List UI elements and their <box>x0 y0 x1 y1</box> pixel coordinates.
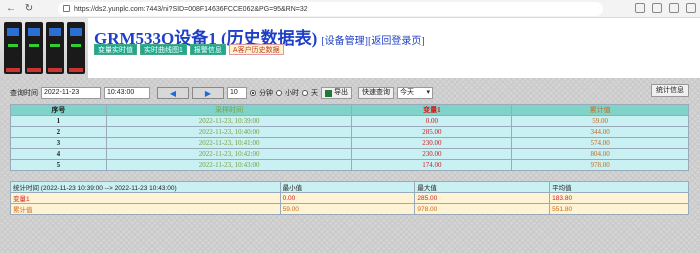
stats-min: 0.00 <box>279 192 416 204</box>
radio-hour[interactable] <box>276 90 282 96</box>
export-button[interactable]: 导出 <box>321 87 352 99</box>
radio-hour-label: 小时 <box>285 90 299 97</box>
lock-icon <box>63 5 70 12</box>
cell-time: 2022-11-23, 10:43:00 <box>105 159 353 171</box>
stats-period: 统计时间 (2022-11-23 10:39:00 --> 2022-11-23… <box>10 181 281 193</box>
cell-value: 230.00 <box>351 137 513 149</box>
cell-value: 0.00 <box>351 115 513 127</box>
address-bar[interactable]: https://ds2.yunplc.com:7443/ni?SID=008F1… <box>58 2 603 16</box>
back-icon[interactable]: ← <box>4 2 18 16</box>
menu-icon[interactable] <box>686 3 696 13</box>
return-login-link[interactable]: [返回登录页] <box>368 32 425 47</box>
cell-cumulative: 344.00 <box>511 126 689 138</box>
statistics-table: 统计时间 (2022-11-23 10:39:00 --> 2022-11-23… <box>10 181 689 215</box>
tab-realtime-curve[interactable]: 实时曲线图1 <box>140 44 187 55</box>
radio-minute-label: 分钟 <box>259 90 273 97</box>
tab-history-data[interactable]: A客户历史数据 <box>228 44 284 55</box>
quick-range-select[interactable]: 今天 <box>397 87 433 99</box>
tab-realtime-values[interactable]: 变量实时值 <box>94 44 137 55</box>
cell-cumulative: 804.00 <box>511 148 689 160</box>
stats-max: 285.00 <box>414 192 551 204</box>
stats-row: 累计值 59.00 978.00 551.80 <box>10 203 689 215</box>
quick-query-button[interactable]: 快速查询 <box>358 87 394 99</box>
tab-alarm-info[interactable]: 报警信息 <box>189 44 226 55</box>
stats-max-header: 最大值 <box>414 181 551 193</box>
radio-minute[interactable] <box>250 90 256 96</box>
query-toolbar: 查询时间 2022-11-23 10:43:00 ◀ ▶ 10 分钟 小时 天 … <box>10 86 433 100</box>
cell-time: 2022-11-23, 10:42:00 <box>105 148 353 160</box>
time-input[interactable]: 10:43:00 <box>104 87 150 99</box>
cell-value: 285.00 <box>351 126 513 138</box>
stats-min: 59.00 <box>279 203 416 215</box>
excel-icon <box>325 89 332 97</box>
next-arrow-button[interactable]: ▶ <box>192 87 224 99</box>
header-variable1: 变量1 <box>351 104 513 116</box>
cell-time: 2022-11-23, 10:41:00 <box>105 137 353 149</box>
prev-arrow-button[interactable]: ◀ <box>157 87 189 99</box>
radio-day[interactable] <box>302 90 308 96</box>
table-row: 2 2022-11-23, 10:40:00 285.00 344.00 <box>10 126 689 138</box>
cell-seq: 4 <box>10 148 107 160</box>
table-row: 1 2022-11-23, 10:39:00 0.00 59.00 <box>10 115 689 127</box>
export-label: 导出 <box>334 89 348 96</box>
collections-icon[interactable] <box>652 3 662 13</box>
profile-icon[interactable] <box>669 3 679 13</box>
page-header: GRM533Q设备1 (历史数据表) [设备管理] [返回登录页] 变量实时值 … <box>0 18 700 78</box>
cell-seq: 1 <box>10 115 107 127</box>
stats-avg-header: 平均值 <box>549 181 689 193</box>
browser-extension-icons <box>635 3 696 13</box>
step-input[interactable]: 10 <box>227 87 247 99</box>
cell-seq: 2 <box>10 126 107 138</box>
stats-avg: 183.80 <box>549 192 689 204</box>
table-row: 3 2022-11-23, 10:41:00 230.00 574.00 <box>10 137 689 149</box>
cell-value: 230.00 <box>351 148 513 160</box>
stats-var-name: 累计值 <box>10 203 281 215</box>
history-data-table: 序号 采样时间 变量1 累计值 1 2022-11-23, 10:39:00 0… <box>10 104 689 171</box>
stats-max: 978.00 <box>414 203 551 215</box>
date-input[interactable]: 2022-11-23 <box>41 87 101 99</box>
table-row: 4 2022-11-23, 10:42:00 230.00 804.00 <box>10 148 689 160</box>
header-seq: 序号 <box>10 104 107 116</box>
table-row: 5 2022-11-23, 10:43:00 174.00 978.00 <box>10 159 689 171</box>
content-area: 查询时间 2022-11-23 10:43:00 ◀ ▶ 10 分钟 小时 天 … <box>0 78 700 253</box>
cell-cumulative: 59.00 <box>511 115 689 127</box>
device-product-image <box>0 18 88 78</box>
cell-cumulative: 978.00 <box>511 159 689 171</box>
refresh-icon[interactable]: ↻ <box>22 2 36 16</box>
arrow-left-icon: ◀ <box>169 88 177 98</box>
cell-time: 2022-11-23, 10:39:00 <box>105 115 353 127</box>
header-cumulative: 累计值 <box>511 104 689 116</box>
device-management-link[interactable]: [设备管理] <box>321 32 368 47</box>
header-sample-time: 采样时间 <box>105 104 353 116</box>
query-time-label: 查询时间 <box>10 90 38 97</box>
radio-day-label: 天 <box>311 90 318 97</box>
cell-seq: 3 <box>10 137 107 149</box>
stats-row: 变量1 0.00 285.00 183.80 <box>10 192 689 204</box>
cell-time: 2022-11-23, 10:40:00 <box>105 126 353 138</box>
cell-seq: 5 <box>10 159 107 171</box>
url-text: https://ds2.yunplc.com:7443/ni?SID=008F1… <box>74 5 308 13</box>
favorite-icon[interactable] <box>635 3 645 13</box>
arrow-right-icon: ▶ <box>204 88 212 98</box>
browser-toolbar: ← ↻ https://ds2.yunplc.com:7443/ni?SID=0… <box>0 0 700 18</box>
stats-header-row: 统计时间 (2022-11-23 10:39:00 --> 2022-11-23… <box>10 181 689 193</box>
nav-tabs: 变量实时值 实时曲线图1 报警信息 A客户历史数据 <box>94 44 284 55</box>
cell-value: 174.00 <box>351 159 513 171</box>
stats-info-button[interactable]: 统计信息 <box>651 84 689 97</box>
stats-var-name: 变量1 <box>10 192 281 204</box>
stats-min-header: 最小值 <box>279 181 416 193</box>
cell-cumulative: 574.00 <box>511 137 689 149</box>
stats-avg: 551.80 <box>549 203 689 215</box>
